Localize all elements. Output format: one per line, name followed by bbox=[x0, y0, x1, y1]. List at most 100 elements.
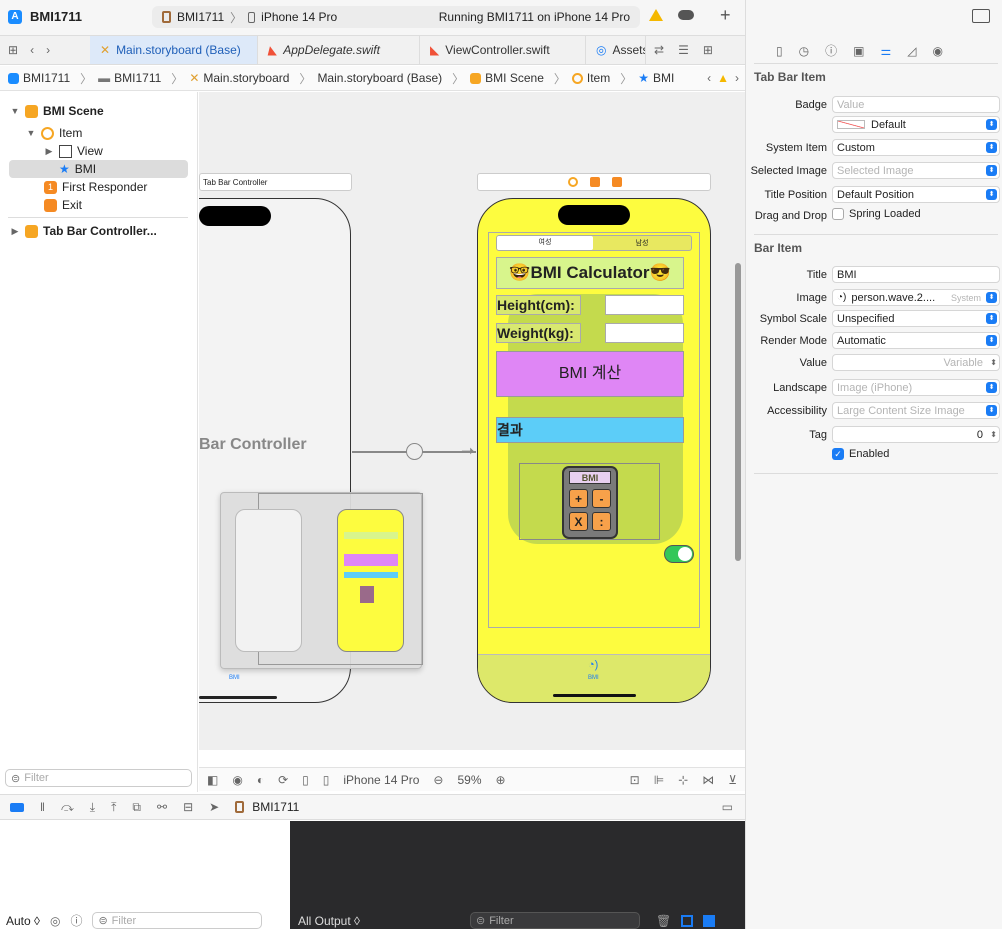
breadcrumb-folder[interactable]: ▬ BMI1711 bbox=[98, 71, 161, 85]
attributes-inspector-icon[interactable]: ⚌ bbox=[880, 44, 891, 58]
eye-icon[interactable]: ◎ bbox=[50, 914, 60, 928]
debug-target[interactable]: BMI1711 bbox=[252, 800, 299, 814]
layout-icon[interactable]: ▯ bbox=[302, 773, 309, 787]
outline-item-bmi[interactable]: ★ BMI bbox=[9, 160, 188, 178]
weight-field[interactable] bbox=[605, 323, 684, 343]
landscape-field[interactable]: Image (iPhone) ⬍ bbox=[832, 379, 1000, 396]
bmi-device-frame[interactable]: 여성 남성 🤓BMI Calculator😎 Height(cm): Weigh… bbox=[477, 198, 711, 703]
segment-female[interactable]: 여성 bbox=[497, 236, 593, 250]
exit-icon[interactable] bbox=[612, 177, 622, 187]
device-icon[interactable]: ▯ bbox=[323, 773, 330, 787]
tag-field[interactable]: 0 ⬍ bbox=[832, 426, 1000, 443]
output-selector[interactable]: All Output ◊ bbox=[298, 914, 360, 928]
trash-icon[interactable]: 🗑 bbox=[656, 914, 671, 928]
segue-icon[interactable] bbox=[406, 443, 423, 460]
view-debugger-icon[interactable]: ⧉ bbox=[132, 800, 141, 815]
swap-icon[interactable]: ⇄ bbox=[654, 43, 664, 57]
vc-icon[interactable] bbox=[568, 177, 578, 187]
toggle-switch[interactable] bbox=[664, 545, 694, 563]
segment-male[interactable]: 남성 bbox=[593, 238, 691, 248]
enabled-checkbox[interactable]: ✓ Enabled bbox=[832, 448, 889, 460]
variables-filter[interactable]: ⊜ Filter bbox=[92, 912, 263, 929]
disclosure-closed-icon[interactable]: ▶ bbox=[44, 146, 54, 157]
tab-appdelegate[interactable]: ◣ AppDelegate.swift bbox=[258, 36, 420, 64]
accessibility-icon[interactable]: ◉ bbox=[232, 773, 242, 787]
appearance-icon[interactable]: ◐ bbox=[257, 773, 264, 787]
add-button[interactable]: + bbox=[720, 5, 731, 26]
split-right-icon[interactable] bbox=[703, 914, 716, 927]
history-icon[interactable]: ◷ bbox=[799, 44, 809, 58]
storyboard-canvas[interactable]: Tab Bar Controller Bar Controller BMI ➝ … bbox=[199, 92, 745, 750]
breadcrumb-item[interactable]: Item bbox=[571, 71, 610, 85]
badge-field[interactable]: Value bbox=[832, 96, 1000, 113]
canvas-minimap[interactable] bbox=[220, 492, 423, 669]
split-icon[interactable]: ⊞ bbox=[703, 43, 713, 57]
outline-item-item[interactable]: ▼ Item bbox=[26, 124, 83, 142]
tab-viewcontroller[interactable]: ◣ ViewController.swift bbox=[420, 36, 586, 64]
warning-icon[interactable]: ▲ bbox=[717, 71, 729, 85]
height-field[interactable] bbox=[605, 295, 684, 315]
accessibility-field[interactable]: Large Content Size Image ⬍ bbox=[832, 402, 1000, 419]
gender-segmented-control[interactable]: 여성 남성 bbox=[496, 235, 692, 251]
render-mode-popup[interactable]: Automatic ⬍ bbox=[832, 332, 1000, 349]
spring-loaded-checkbox[interactable]: Spring Loaded bbox=[832, 208, 921, 220]
memory-graph-icon[interactable]: ⚯ bbox=[157, 800, 167, 814]
step-in-icon[interactable]: ⤓ bbox=[90, 800, 95, 815]
outline-item-tab-bar-controller[interactable]: ▶ Tab Bar Controller... bbox=[10, 222, 157, 240]
vertical-scrollbar[interactable] bbox=[735, 263, 741, 561]
disclosure-closed-icon[interactable]: ▶ bbox=[10, 226, 20, 237]
calculate-button[interactable]: BMI 계산 bbox=[496, 351, 684, 397]
lines-icon[interactable]: ☰ bbox=[678, 43, 689, 57]
outline-item-view[interactable]: ▶ View bbox=[44, 142, 103, 160]
inspector-toggle-icon[interactable] bbox=[972, 9, 990, 23]
tab-assets[interactable]: ◎ Assets bbox=[586, 36, 646, 64]
scheme-selector[interactable]: BMI1711 bbox=[177, 10, 224, 24]
hide-debug-icon[interactable]: ▭ bbox=[722, 800, 733, 814]
step-over-icon[interactable]: ⤼ bbox=[61, 800, 74, 815]
file-inspector-icon[interactable]: ▯ bbox=[776, 44, 783, 58]
debug-toggle-icon[interactable] bbox=[10, 802, 24, 812]
breadcrumb-project[interactable]: BMI1711 bbox=[8, 71, 70, 85]
grid-icon[interactable]: ⊞ bbox=[8, 43, 18, 57]
back-icon[interactable]: ‹ bbox=[30, 43, 34, 57]
breadcrumb-scene[interactable]: BMI Scene bbox=[470, 71, 544, 85]
pause-icon[interactable]: ‖ bbox=[40, 800, 45, 814]
constraints-icon[interactable]: ⊹ bbox=[678, 773, 688, 787]
forward-icon[interactable]: › bbox=[46, 43, 50, 57]
system-item-popup[interactable]: Custom ⬍ bbox=[832, 139, 1000, 156]
update-frames-icon[interactable]: ⊡ bbox=[630, 773, 640, 787]
disclosure-open-icon[interactable]: ▼ bbox=[26, 128, 36, 138]
symbol-scale-popup[interactable]: Unspecified ⬍ bbox=[832, 310, 1000, 327]
next-issue-icon[interactable]: › bbox=[735, 71, 739, 85]
prev-issue-icon[interactable]: ‹ bbox=[707, 71, 711, 85]
badge-color-popup[interactable]: Default ⬍ bbox=[832, 116, 1000, 133]
outline-item-bmi-scene[interactable]: ▼ BMI Scene bbox=[10, 102, 104, 120]
title-position-popup[interactable]: Default Position ⬍ bbox=[832, 186, 1000, 203]
orientation-icon[interactable]: ⟳ bbox=[278, 773, 288, 787]
tbc-scene-header[interactable]: Tab Bar Controller bbox=[199, 173, 352, 191]
stepper-icon[interactable]: ⬍ bbox=[990, 358, 997, 367]
breadcrumb-storyboard-base[interactable]: Main.storyboard (Base) bbox=[317, 71, 442, 85]
selected-image-field[interactable]: Selected Image ⬍ bbox=[832, 162, 1000, 179]
person-wave-icon[interactable]: ◔) bbox=[588, 659, 598, 671]
checkbox-icon[interactable] bbox=[832, 208, 844, 220]
identity-inspector-icon[interactable]: ▣ bbox=[853, 44, 864, 58]
canvas-device-selector[interactable]: iPhone 14 Pro bbox=[343, 773, 419, 787]
disclosure-open-icon[interactable]: ▼ bbox=[10, 106, 20, 116]
breadcrumb-bmi[interactable]: ★ BMI bbox=[638, 71, 674, 85]
auto-selector[interactable]: Auto ◊ bbox=[6, 914, 40, 928]
console-filter[interactable]: ⊜ Filter bbox=[469, 912, 640, 929]
split-left-icon[interactable] bbox=[681, 914, 694, 927]
stepper-icon[interactable]: ⬍ bbox=[990, 430, 997, 439]
size-inspector-icon[interactable]: ◿ bbox=[907, 44, 916, 58]
zoom-in-icon[interactable]: ⊕ bbox=[496, 773, 506, 787]
checkmark-icon[interactable]: ✓ bbox=[832, 448, 844, 460]
resolve-icon[interactable]: ⋈ bbox=[702, 773, 714, 787]
environment-icon[interactable]: ⊟ bbox=[183, 800, 193, 814]
location-icon[interactable]: ➤ bbox=[209, 800, 219, 814]
outline-toggle-icon[interactable]: ◧ bbox=[207, 773, 218, 787]
bmi-scene-header[interactable] bbox=[477, 173, 711, 191]
help-icon[interactable]: ⓘ bbox=[825, 42, 837, 59]
outline-filter[interactable]: ⊜ Filter bbox=[5, 769, 192, 787]
connections-inspector-icon[interactable]: ◉ bbox=[932, 44, 942, 58]
